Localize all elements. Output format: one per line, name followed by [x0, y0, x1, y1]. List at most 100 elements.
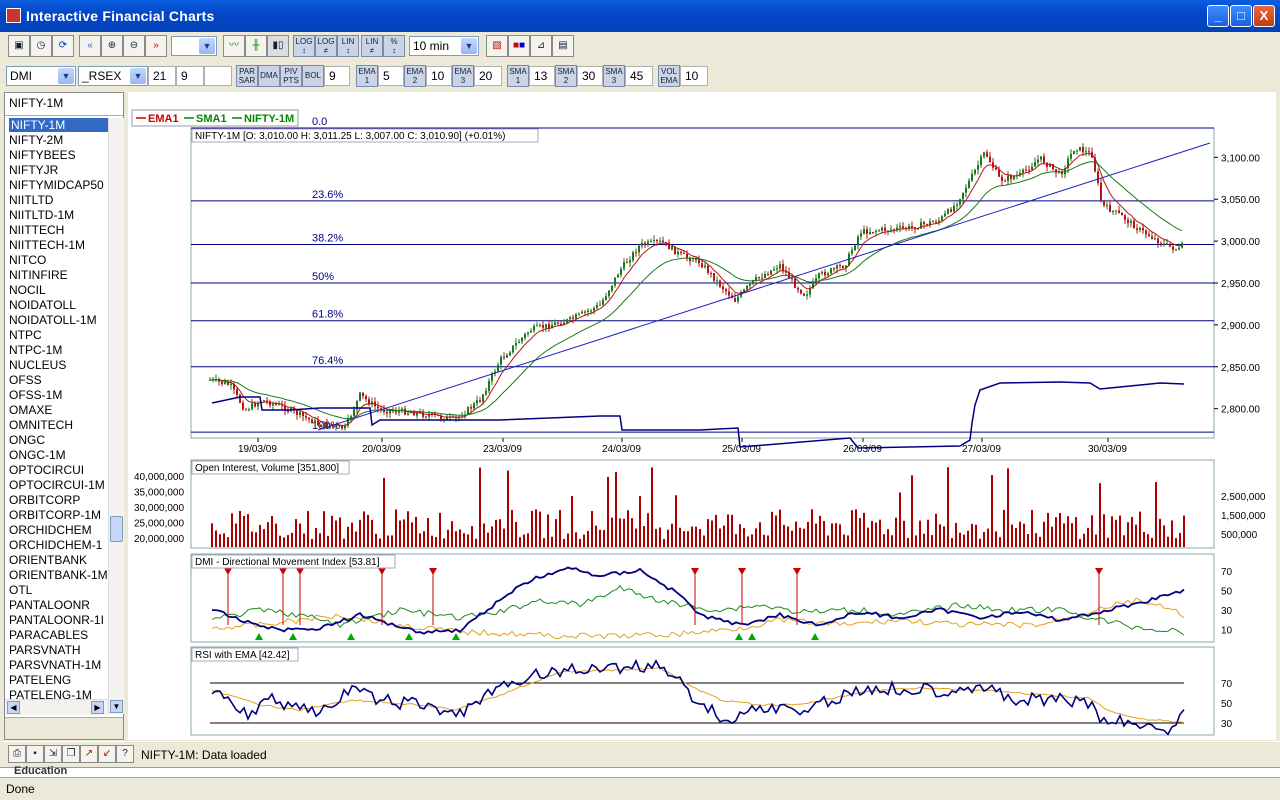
blank-select[interactable]: ▼: [171, 36, 217, 56]
list-item[interactable]: NIITTECH: [9, 223, 108, 238]
scroll-right-arrow-icon[interactable]: ▶: [91, 701, 104, 714]
scroll-left-arrow-icon[interactable]: ◀: [7, 701, 20, 714]
symbol-list[interactable]: NIFTY-1M NIFTY-2M NIFTYBEES NIFTYJR NIFTYMID…: [5, 118, 108, 714]
zoom-out-icon[interactable]: ⊖: [123, 35, 145, 57]
list-item[interactable]: PATELENG: [9, 673, 108, 688]
indicator-panel-icon[interactable]: ▤: [552, 35, 574, 57]
list-item[interactable]: NOCIL: [9, 283, 108, 298]
list-item[interactable]: NIFTYBEES: [9, 148, 108, 163]
list-item[interactable]: ORCHIDCHEM: [9, 523, 108, 538]
line-chart-icon[interactable]: 〰: [223, 35, 245, 57]
save-icon[interactable]: ▪: [26, 745, 44, 763]
sma-3-field[interactable]: 45: [625, 66, 653, 86]
list-item[interactable]: OTL: [9, 583, 108, 598]
list-item[interactable]: PARACABLES: [9, 628, 108, 643]
list-item[interactable]: ONGC-1M: [9, 448, 108, 463]
sma-1-icon[interactable]: SMA 1: [507, 65, 529, 87]
charts-svg[interactable]: EMA1 SMA1 NIFTY-1M 3,100.00 3,050.00 3,000.00…: [128, 92, 1276, 740]
list-item[interactable]: NIFTY-1M: [9, 118, 108, 132]
list-item[interactable]: PARSVNATH: [9, 643, 108, 658]
list-item[interactable]: OPTOCIRCUI: [9, 463, 108, 478]
list-item[interactable]: ONGC: [9, 433, 108, 448]
list-item[interactable]: OFSS: [9, 373, 108, 388]
period-3-field[interactable]: [204, 66, 232, 86]
ema-3-field[interactable]: 20: [474, 66, 502, 86]
list-item[interactable]: OPTOCIRCUI-1M: [9, 478, 108, 493]
list-item[interactable]: NTPC: [9, 328, 108, 343]
scroll-left-icon[interactable]: «: [79, 35, 101, 57]
sma-3-icon[interactable]: SMA 3: [603, 65, 625, 87]
sma-1-field[interactable]: 13: [529, 66, 555, 86]
pivot-points-icon[interactable]: PIV PTS: [280, 65, 302, 87]
log-scale-icon[interactable]: LOG ↕: [293, 35, 315, 57]
period-1-field[interactable]: 21: [148, 66, 176, 86]
compare-chart-icon[interactable]: ⊿: [530, 35, 552, 57]
list-item[interactable]: PANTALOONR-1I: [9, 613, 108, 628]
list-item[interactable]: NOIDATOLL-1M: [9, 313, 108, 328]
list-item[interactable]: OMNITECH: [9, 418, 108, 433]
draw-chart-icon[interactable]: ▧: [486, 35, 508, 57]
dma-icon[interactable]: DMA: [258, 65, 280, 87]
list-item[interactable]: NUCLEUS: [9, 358, 108, 373]
sma-2-field[interactable]: 30: [577, 66, 603, 86]
ema-3-icon[interactable]: EMA 3: [452, 65, 474, 87]
list-item[interactable]: OFSS-1M: [9, 388, 108, 403]
bar-chart-icon[interactable]: ╫: [245, 35, 267, 57]
ema-1-icon[interactable]: EMA 1: [356, 65, 378, 87]
par-sar-icon[interactable]: PAR SAR: [236, 65, 258, 87]
volume-ema-icon[interactable]: VOL EMA: [658, 65, 680, 87]
export-icon[interactable]: ⇲: [44, 745, 62, 763]
list-item[interactable]: PARSVNATH-1M: [9, 658, 108, 673]
ema-1-field[interactable]: 5: [378, 66, 404, 86]
list-item[interactable]: NIFTY-2M: [9, 133, 108, 148]
scroll-right-icon[interactable]: »: [145, 35, 167, 57]
list-item[interactable]: ORCHIDCHEM-1: [9, 538, 108, 553]
interval-select[interactable]: 10 min ▼: [409, 36, 479, 56]
zoom-in-icon[interactable]: ⊕: [101, 35, 123, 57]
list-item[interactable]: NOIDATOLL: [9, 298, 108, 313]
minimize-button[interactable]: _: [1207, 5, 1229, 27]
list-item[interactable]: NITCO: [9, 253, 108, 268]
sma-2-icon[interactable]: SMA 2: [555, 65, 577, 87]
print-icon[interactable]: ⎙: [8, 745, 26, 763]
list-item[interactable]: NIITTECH-1M: [9, 238, 108, 253]
clock-icon[interactable]: ◷: [30, 35, 52, 57]
maximize-button[interactable]: □: [1230, 5, 1252, 27]
index-select[interactable]: _RSEX ▼: [78, 66, 148, 86]
bol-field[interactable]: 9: [324, 66, 350, 86]
ema-2-field[interactable]: 10: [426, 66, 452, 86]
refresh-icon[interactable]: ⟳: [52, 35, 74, 57]
list-scroll-thumb[interactable]: [110, 516, 123, 542]
close-button[interactable]: X: [1253, 5, 1275, 27]
list-item[interactable]: NIFTYMIDCAP50: [9, 178, 108, 193]
list-item[interactable]: ORBITCORP-1M: [9, 508, 108, 523]
list-item[interactable]: OMAXE: [9, 403, 108, 418]
candle-chart-icon[interactable]: ▮▯: [267, 35, 289, 57]
scroll-down-arrow-icon[interactable]: ▼: [110, 700, 123, 713]
color-palette-icon[interactable]: ■■: [508, 35, 530, 57]
log-ne-icon[interactable]: LOG ≠: [315, 35, 337, 57]
list-item[interactable]: NIITLTD-1M: [9, 208, 108, 223]
linear-scale-icon[interactable]: LIN ↕: [337, 35, 359, 57]
list-item[interactable]: NITINFIRE: [9, 268, 108, 283]
percent-scale-icon[interactable]: % ↕: [383, 35, 405, 57]
list-item[interactable]: NTPC-1M: [9, 343, 108, 358]
chart-import-icon[interactable]: ↙: [98, 745, 116, 763]
list-item[interactable]: ORBITCORP: [9, 493, 108, 508]
bollinger-icon[interactable]: BOL: [302, 65, 324, 87]
ema-2-icon[interactable]: EMA 2: [404, 65, 426, 87]
copy-icon[interactable]: ❐: [62, 745, 80, 763]
list-horizontal-scrollbar[interactable]: ◀ ▶: [5, 699, 108, 715]
list-vertical-scrollbar[interactable]: ▼: [108, 118, 124, 714]
list-item[interactable]: NIFTYJR: [9, 163, 108, 178]
period-2-field[interactable]: 9: [176, 66, 204, 86]
list-item[interactable]: PANTALOONR: [9, 598, 108, 613]
volume-ema-field[interactable]: 10: [680, 66, 708, 86]
indicator-select[interactable]: DMI ▼: [6, 66, 76, 86]
list-item[interactable]: ORIENTBANK: [9, 553, 108, 568]
list-item[interactable]: ORIENTBANK-1M: [9, 568, 108, 583]
linear-ne-icon[interactable]: LIN ≠: [361, 35, 383, 57]
help-icon[interactable]: ?: [116, 745, 134, 763]
new-chart-icon[interactable]: ▣: [8, 35, 30, 57]
chart-export-icon[interactable]: ↗: [80, 745, 98, 763]
